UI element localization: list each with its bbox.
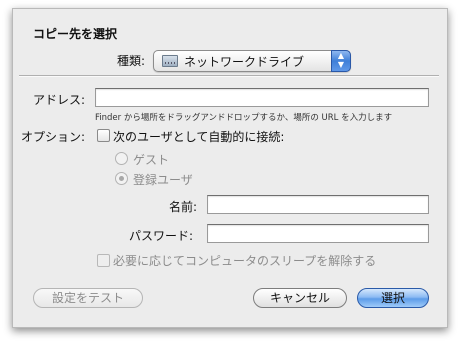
guest-radio[interactable]	[115, 152, 128, 165]
kind-label: 種類:	[117, 54, 146, 68]
password-field[interactable]	[207, 224, 429, 243]
cancel-button[interactable]: キャンセル	[253, 288, 347, 308]
divider	[19, 75, 439, 77]
network-drive-icon	[162, 55, 178, 67]
address-label: アドレス:	[33, 93, 86, 107]
guest-label[interactable]: ゲスト	[133, 151, 169, 168]
registered-user-radio[interactable]	[115, 172, 128, 185]
kind-popup[interactable]: ネットワークドライブ ▲ ▼	[153, 50, 351, 72]
wake-computer-label[interactable]: 必要に応じてコンピュータのスリープを解除する	[113, 252, 376, 269]
select-button[interactable]: 選択	[357, 288, 429, 308]
password-label: パスワード:	[129, 229, 194, 243]
options-label: オプション:	[21, 130, 86, 144]
wake-computer-checkbox[interactable]	[97, 254, 110, 267]
kind-popup-value: ネットワークドライブ	[184, 55, 305, 69]
test-settings-button[interactable]: 設定をテスト	[33, 288, 143, 308]
name-label: 名前:	[169, 200, 198, 214]
name-field[interactable]	[207, 195, 429, 214]
choose-destination-dialog: コピー先を選択 種類: ネットワークドライブ ▲ ▼ アドレス: Finder か…	[12, 8, 448, 328]
registered-user-label[interactable]: 登録ユーザ	[133, 171, 193, 188]
address-hint: Finder から場所をドラッグアンドドロップするか、場所の URL を入力しま…	[95, 113, 393, 123]
address-field[interactable]	[95, 88, 429, 107]
connect-automatically-label[interactable]: 次のユーザとして自動的に接続:	[113, 128, 284, 145]
dialog-title: コピー先を選択	[33, 27, 118, 41]
popup-arrows-icon: ▲ ▼	[331, 50, 351, 72]
connect-automatically-checkbox[interactable]	[97, 129, 110, 142]
